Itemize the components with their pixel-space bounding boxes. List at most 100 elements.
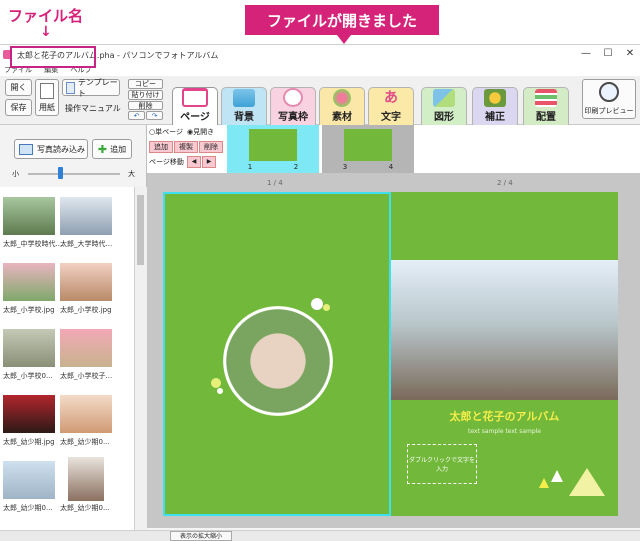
photo-thumb[interactable]	[3, 395, 55, 433]
manual-link[interactable]: 操作マニュアル	[65, 103, 121, 114]
photo-label: 太郎_幼少期0...	[60, 504, 110, 512]
maximize-button[interactable]: ☐	[598, 48, 618, 59]
tab-background[interactable]: 背景	[221, 87, 267, 125]
size-slider-thumb[interactable]	[58, 167, 64, 179]
plus-icon: ✚	[97, 142, 108, 156]
template-label: テンプレート	[77, 77, 118, 98]
print-preview-button[interactable]: 印刷プレビュー	[582, 79, 636, 119]
page-thumb	[249, 129, 297, 161]
scrollbar-thumb[interactable]	[137, 195, 144, 265]
background-icon	[233, 89, 255, 107]
duplicate-page-button[interactable]: 複製	[174, 141, 198, 153]
delete-button[interactable]: 削除	[128, 101, 163, 110]
right-page[interactable]: 太郎と花子のアルバム text sample text sample ダブルクリ…	[391, 192, 618, 516]
page-strip: ○単ページ ◉見開き 追加 複製 削除 ページ移動 ◀ ▶ 1 2 3 4	[147, 125, 640, 173]
tab-page[interactable]: ページ	[172, 87, 218, 125]
photo-thumb[interactable]	[3, 263, 55, 301]
tab-layout[interactable]: 配置	[523, 87, 569, 125]
triangle-decor	[569, 468, 605, 496]
template-button[interactable]: テンプレート	[62, 77, 120, 98]
tab-adjust[interactable]: 補正	[472, 87, 518, 125]
photo-thumb[interactable]	[3, 461, 55, 499]
sample-text[interactable]: text sample text sample	[391, 428, 618, 435]
photo-label: 太郎_幼少期0...	[60, 438, 110, 446]
photo-label: 太郎_幼少期0...	[3, 504, 53, 512]
magnifier-icon	[599, 82, 619, 102]
material-icon	[333, 89, 351, 107]
tab-material-label: 素材	[332, 112, 352, 123]
tab-text-label: 文字	[381, 112, 401, 123]
page-number: 3	[342, 163, 348, 171]
photo-panel: 写真読み込み ✚ 追加 小 大 太郎_中学校時代... 太郎_大学時代... 太…	[0, 125, 147, 530]
tab-adjust-label: 補正	[485, 112, 505, 123]
photo-thumb[interactable]	[68, 457, 104, 501]
tab-shape[interactable]: 図形	[421, 87, 467, 125]
page-number: 2	[293, 163, 299, 171]
tab-shape-label: 図形	[434, 112, 454, 123]
spread-label: 見開き	[193, 128, 215, 136]
tab-material[interactable]: 素材	[319, 87, 365, 125]
minimize-button[interactable]: —	[576, 48, 596, 59]
size-small-label: 小	[12, 170, 19, 178]
add-photo-label: 追加	[110, 144, 127, 154]
page-number: 1	[247, 163, 253, 171]
left-page[interactable]	[163, 192, 391, 516]
paste-button[interactable]: 貼り付け	[128, 90, 163, 100]
photo-list-scrollbar[interactable]	[134, 187, 147, 530]
photo-label: 太郎_中学校時代...	[3, 240, 63, 248]
paper-button[interactable]: 用紙	[35, 79, 59, 116]
undo-button[interactable]: ↶	[128, 111, 145, 120]
decor-dot	[217, 388, 223, 394]
add-page-button[interactable]: 追加	[149, 141, 173, 153]
text-box-placeholder[interactable]: ダブルクリックで文字を入力	[407, 444, 477, 484]
title-bar: 太郎と花子のアルバム.pha - パソコンでフォトアルバム — ☐ ✕	[0, 45, 640, 65]
text-icon: あ	[384, 90, 398, 106]
spread-thumb-selected[interactable]: 1 2	[227, 125, 319, 173]
copy-button[interactable]: コピー	[128, 79, 163, 89]
paper-icon	[40, 83, 54, 99]
photo-label: 太郎_小学校.jpg	[60, 306, 112, 314]
redo-button[interactable]: ↷	[146, 111, 163, 120]
template-icon	[66, 81, 75, 94]
tab-photo-frame[interactable]: 写真枠	[270, 87, 316, 125]
photo-thumb[interactable]	[60, 197, 112, 235]
close-button[interactable]: ✕	[620, 48, 640, 59]
remove-page-button[interactable]: 削除	[199, 141, 223, 153]
photo-thumb[interactable]	[60, 263, 112, 301]
import-photos-button[interactable]: 写真読み込み	[14, 139, 88, 159]
move-left-button[interactable]: ◀	[187, 156, 201, 168]
tab-background-label: 背景	[234, 112, 254, 123]
album-title[interactable]: 太郎と花子のアルバム	[391, 408, 618, 424]
add-photo-button[interactable]: ✚ 追加	[92, 139, 132, 159]
photo-circle-frame[interactable]	[223, 306, 333, 416]
open-button[interactable]: 開く	[5, 79, 32, 96]
adjust-icon	[484, 89, 506, 107]
photo-thumb[interactable]	[3, 197, 55, 235]
decor-dot	[323, 304, 330, 311]
size-slider-track[interactable]	[28, 173, 120, 175]
save-button[interactable]: 保存	[5, 99, 32, 116]
page-number: 4	[388, 163, 394, 171]
import-photos-label: 写真読み込み	[37, 144, 85, 154]
single-page-option[interactable]: ○単ページ	[149, 127, 183, 137]
single-page-label: 単ページ	[155, 128, 183, 136]
photo-thumb[interactable]	[3, 329, 55, 367]
photo-label: 太郎_小学校.jpg	[3, 306, 55, 314]
zoom-button[interactable]: 表示の拡大縮小	[170, 531, 232, 541]
group-photo[interactable]	[391, 260, 618, 400]
spread-option[interactable]: ◉見開き	[187, 127, 214, 137]
editing-canvas: 1 / 4 2 / 4 太郎と花子のアルバム text sample text …	[147, 173, 640, 528]
menu-bar: ファイル 編集 ヘルプ	[0, 65, 640, 76]
photo-thumb[interactable]	[60, 395, 112, 433]
annotation-arrow: ↓	[40, 24, 52, 40]
tab-text[interactable]: あ 文字	[368, 87, 414, 125]
photo-label: 太郎_幼少期.jpg	[3, 438, 55, 446]
shape-icon	[433, 89, 455, 107]
image-icon	[19, 143, 33, 155]
layout-icon	[535, 89, 557, 107]
move-right-button[interactable]: ▶	[202, 156, 216, 168]
photo-thumb[interactable]	[60, 329, 112, 367]
photo-label: 太郎_大学時代...	[60, 240, 113, 248]
decor-dot	[311, 298, 323, 310]
spread-thumb[interactable]: 3 4	[322, 125, 414, 173]
